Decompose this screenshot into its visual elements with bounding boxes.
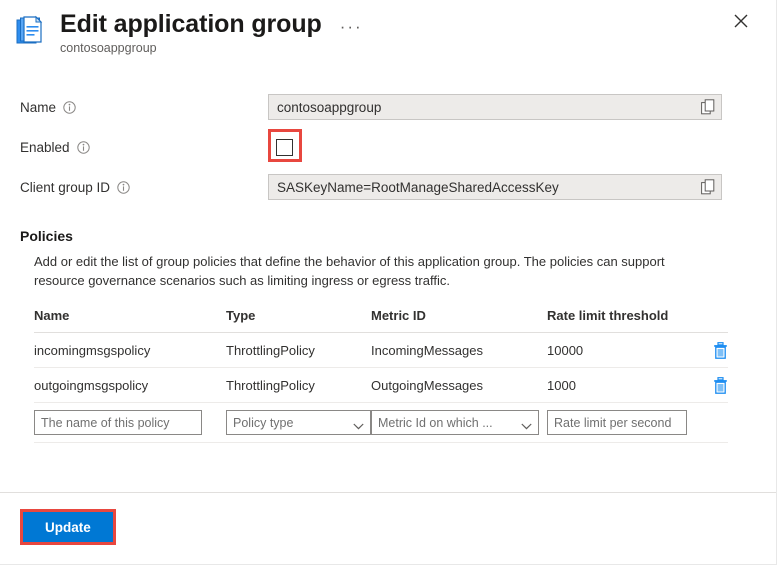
name-input[interactable]: [268, 94, 722, 120]
label-client-group-id-text: Client group ID: [20, 179, 111, 195]
info-icon[interactable]: [76, 140, 90, 154]
cell-new-policy-type: [226, 402, 371, 444]
client-group-id-input[interactable]: [268, 174, 722, 200]
new-policy-type-select[interactable]: [226, 410, 371, 436]
column-header-metric-id: Metric ID: [371, 308, 547, 333]
more-options-button[interactable]: ···: [340, 18, 363, 35]
policies-table-header-row: Name Type Metric ID Rate limit threshold: [34, 308, 728, 333]
cell-policy-rate-limit: 1000: [547, 367, 687, 404]
field-row-name: Name: [20, 88, 756, 126]
panel-content: Name contosoappgroup Enabled Client grou…: [0, 72, 776, 492]
cell-policy-name: outgoingmsgspolicy: [34, 367, 226, 404]
edit-application-group-panel: Edit application group ··· contosoappgro…: [0, 0, 777, 565]
cell-new-policy-name: [34, 402, 226, 444]
trash-icon[interactable]: [713, 377, 728, 394]
table-row: outgoingmsgspolicy ThrottlingPolicy Outg…: [34, 367, 728, 404]
label-name: Name: [20, 100, 268, 115]
close-icon[interactable]: [728, 8, 754, 34]
label-enabled-text: Enabled: [20, 139, 70, 155]
table-row: incomingmsgspolicy ThrottlingPolicy Inco…: [34, 332, 728, 369]
policies-section-title: Policies: [20, 228, 73, 244]
cell-policy-rate-limit: 10000: [547, 332, 687, 369]
enabled-checkbox[interactable]: [276, 138, 293, 156]
label-client-group-id: Client group ID: [20, 180, 268, 195]
field-row-client-group-id: Client group ID: [20, 168, 756, 206]
cell-policy-type: ThrottlingPolicy: [226, 332, 371, 369]
application-group-icon: [14, 14, 50, 50]
info-icon[interactable]: [63, 100, 76, 114]
new-policy-name-input[interactable]: [34, 410, 202, 436]
new-policy-metric-select[interactable]: [371, 410, 539, 436]
cell-policy-metric-id: OutgoingMessages: [371, 367, 547, 404]
name-input-wrapper: [268, 94, 722, 120]
cell-policy-metric-id: IncomingMessages: [371, 332, 547, 369]
policies-description: Add or edit the list of group policies t…: [34, 254, 665, 288]
page-title: Edit application group: [60, 10, 322, 38]
cell-policy-type: ThrottlingPolicy: [226, 367, 371, 404]
copy-icon[interactable]: [701, 99, 716, 115]
cell-policy-delete: [687, 332, 728, 369]
cell-policy-name: incomingmsgspolicy: [34, 332, 226, 369]
info-icon[interactable]: [117, 180, 130, 194]
column-header-rate-limit: Rate limit threshold: [547, 308, 687, 333]
panel-footer: Update: [0, 492, 776, 564]
column-header-type: Type: [226, 308, 371, 333]
update-button-highlight: Update: [20, 509, 116, 545]
new-policy-rate-input[interactable]: [547, 410, 687, 436]
page-subtitle: contosoappgroup: [60, 41, 157, 55]
field-row-enabled: Enabled: [20, 128, 756, 166]
cell-new-policy-actions: [687, 402, 728, 444]
cell-new-policy-rate: [547, 402, 687, 444]
column-header-name: Name: [34, 308, 226, 333]
label-enabled: Enabled: [20, 140, 268, 155]
update-button[interactable]: Update: [23, 512, 113, 542]
column-header-actions: [687, 308, 728, 333]
panel-header: Edit application group ··· contosoappgro…: [0, 0, 776, 72]
client-group-id-input-wrapper: [268, 174, 722, 200]
policies-table: Name Type Metric ID Rate limit threshold…: [34, 308, 728, 444]
enabled-checkbox-cell: [268, 128, 310, 166]
new-policy-row: [34, 402, 728, 444]
cell-policy-delete: [687, 367, 728, 404]
copy-icon[interactable]: [701, 179, 716, 195]
cell-new-policy-metric: [371, 402, 547, 444]
trash-icon[interactable]: [713, 342, 728, 359]
label-name-text: Name: [20, 99, 57, 115]
